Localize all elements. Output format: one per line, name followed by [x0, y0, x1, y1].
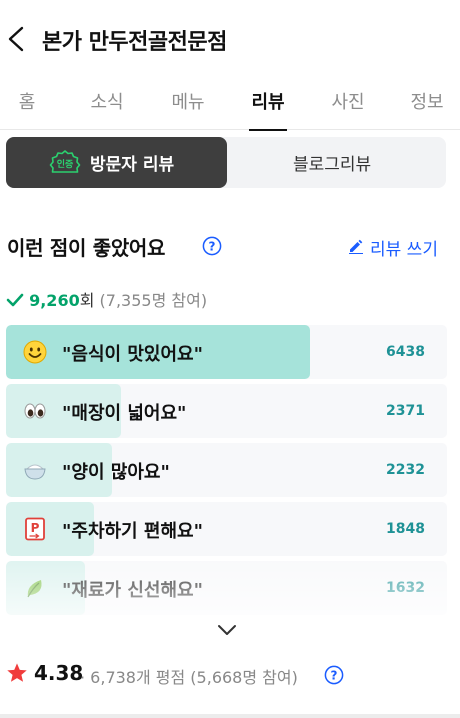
tab-home[interactable]: 홈 — [17, 88, 37, 130]
eyes-icon — [24, 403, 46, 419]
keyword-label: "양이 많아요" — [62, 462, 170, 483]
tab-news[interactable]: 소식 — [87, 88, 127, 130]
pencil-icon — [349, 239, 363, 254]
svg-text:?: ? — [209, 240, 216, 254]
back-arrow-icon[interactable] — [4, 22, 28, 56]
stat-count: 9,260 — [29, 291, 80, 310]
tab-menu[interactable]: 메뉴 — [168, 88, 208, 130]
keyword-label: "음식이 맛있어요" — [62, 344, 203, 365]
svg-text:?: ? — [331, 669, 338, 683]
write-review-label: 리뷰 쓰기 — [370, 240, 438, 260]
verified-badge-icon: 인증 — [49, 150, 81, 173]
keyword-label: "매장이 넓어요" — [62, 403, 187, 424]
visitor-review-label: 방문자 리뷰 — [90, 155, 175, 175]
tab-photos[interactable]: 사진 — [328, 88, 368, 130]
keyword-list: "음식이 맛있어요" 6438 "매장이 넓어요" 2371 "양이 많아요" … — [6, 325, 447, 620]
check-icon — [6, 293, 24, 307]
tab-info[interactable]: 정보 — [407, 88, 447, 130]
parking-icon: P — [25, 517, 45, 541]
keyword-stats: 9,260회 (7,355명 참여) — [6, 287, 207, 311]
keyword-count: 2232 — [386, 462, 425, 478]
keyword-count: 1632 — [386, 580, 425, 596]
rating-meta: · 6,738개 평점 (5,668명 참여) — [80, 668, 298, 687]
section-divider — [0, 714, 460, 718]
tab-reviews[interactable]: 리뷰 — [249, 88, 287, 131]
page-title: 본가 만두전골전문점 — [42, 30, 227, 55]
tab-bar: 홈 소식 메뉴 리뷰 사진 정보 — [0, 76, 460, 131]
keyword-row-parking: P "주차하기 편해요" 1848 — [6, 502, 447, 556]
section-title: 이런 점이 좋았어요 — [7, 236, 166, 260]
rice-bowl-icon — [24, 464, 46, 480]
chevron-down-icon[interactable] — [216, 623, 238, 637]
leaf-icon — [27, 580, 42, 598]
keyword-row-fresh: "재료가 신선해요" 1632 — [6, 561, 447, 615]
svg-text:P: P — [31, 521, 40, 535]
verified-badge-text: 인증 — [57, 159, 74, 170]
keyword-count: 1848 — [386, 521, 425, 537]
keyword-count: 6438 — [386, 344, 425, 360]
stat-participants: (7,355명 참여) — [99, 291, 208, 310]
keyword-row-portion: "양이 많아요" 2232 — [6, 443, 447, 497]
review-type-switch: 인증 방문자 리뷰 블로그리뷰 — [6, 137, 446, 188]
visitor-review-button[interactable]: 인증 방문자 리뷰 — [6, 137, 227, 188]
rating-score: 4.38 — [34, 661, 84, 685]
keyword-label: "주차하기 편해요" — [62, 521, 203, 542]
smiling-face-icon — [23, 340, 47, 364]
help-icon[interactable]: ? — [324, 665, 344, 685]
star-icon — [7, 663, 27, 682]
keyword-count: 2371 — [386, 403, 425, 419]
keyword-label: "재료가 신선해요" — [62, 580, 203, 601]
keyword-row-food: "음식이 맛있어요" 6438 — [6, 325, 447, 379]
stat-unit: 회 — [79, 291, 95, 310]
keyword-row-space: "매장이 넓어요" 2371 — [6, 384, 447, 438]
header: 본가 만두전골전문점 — [0, 0, 460, 76]
help-icon[interactable]: ? — [202, 236, 222, 256]
blog-review-button[interactable]: 블로그리뷰 — [293, 150, 371, 175]
